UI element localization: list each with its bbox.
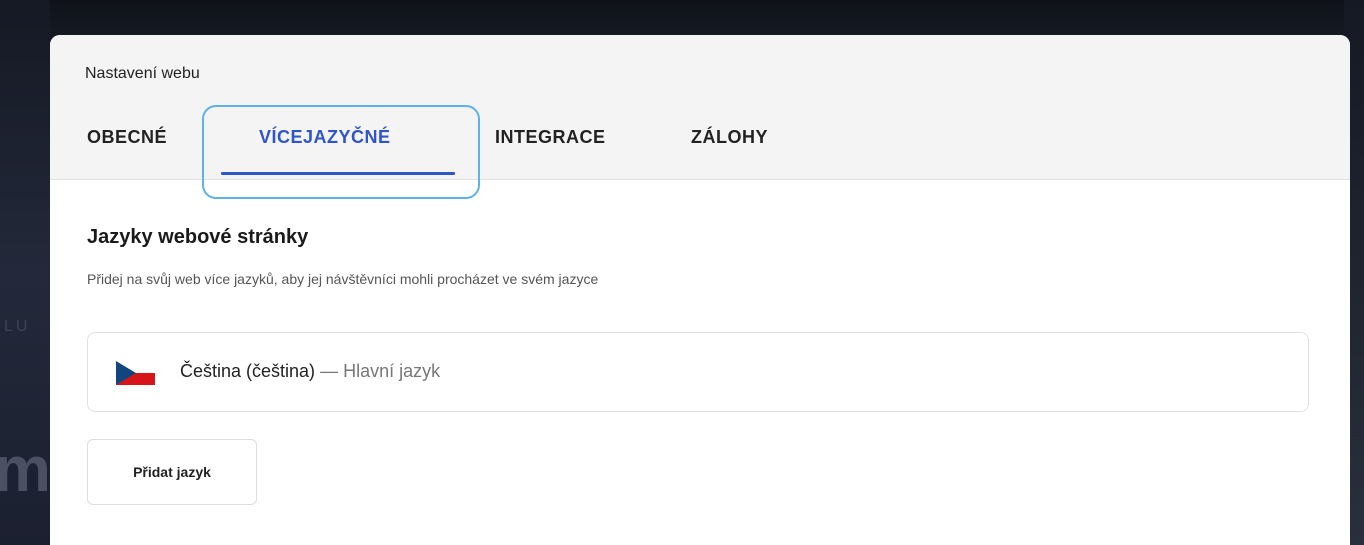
language-name: Čeština (čeština): [180, 361, 316, 381]
main-language-note: Hlavní jazyk: [343, 361, 441, 381]
settings-modal: Nastavení webu OBECNÉ VÍCEJAZYČNÉ INTEGR…: [50, 35, 1350, 545]
language-label: Čeština (čeština) — Hlavní jazyk: [180, 361, 440, 382]
add-language-button[interactable]: Přidat jazyk: [87, 439, 257, 505]
section-subtitle: Přidej na svůj web více jazyků, aby jej …: [87, 271, 599, 287]
czech-flag-icon: [116, 361, 155, 385]
modal-header: Nastavení webu OBECNÉ VÍCEJAZYČNÉ INTEGR…: [50, 35, 1350, 180]
language-card[interactable]: Čeština (čeština) — Hlavní jazyk: [87, 332, 1309, 412]
tab-bar: OBECNÉ VÍCEJAZYČNÉ INTEGRACE ZÁLOHY: [50, 127, 1350, 179]
section-title: Jazyky webové stránky: [87, 226, 309, 248]
active-tab-indicator: [221, 172, 455, 175]
language-separator: —: [320, 361, 339, 381]
background-text-lu: LU: [4, 318, 31, 335]
background-text-m: m: [0, 433, 51, 505]
tab-vicejazycne[interactable]: VÍCEJAZYČNÉ: [259, 127, 391, 163]
tab-obecne[interactable]: OBECNÉ: [87, 127, 167, 163]
modal-title: Nastavení webu: [85, 65, 200, 82]
tab-zalohy[interactable]: ZÁLOHY: [691, 127, 768, 163]
tab-integrace[interactable]: INTEGRACE: [495, 127, 606, 163]
